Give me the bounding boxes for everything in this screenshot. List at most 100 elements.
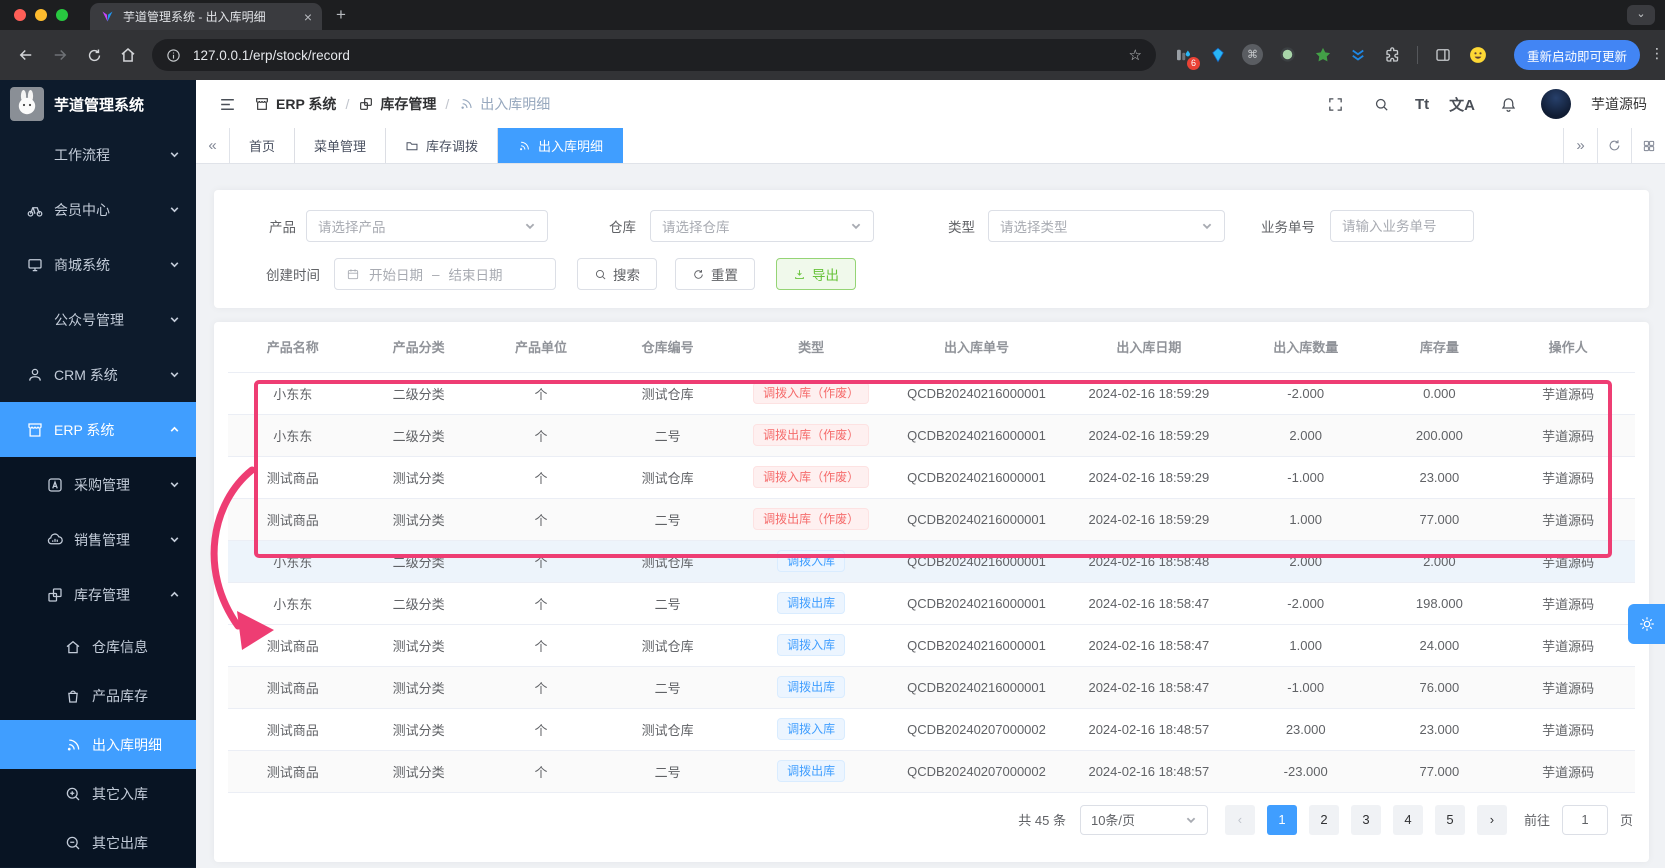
back-button[interactable] [12, 41, 40, 69]
page-content: 产品 请选择产品 仓库 请选择仓库 类型 请选择类型 业务单号 请输入业务单号 … [196, 164, 1665, 868]
type-label: 类型 [948, 220, 975, 235]
window-minimize-button[interactable] [35, 9, 47, 21]
page-button-3[interactable]: 3 [1350, 804, 1381, 835]
extensions-puzzle-icon[interactable] [1382, 44, 1403, 65]
refresh-view-icon[interactable] [1597, 128, 1631, 163]
fullscreen-icon[interactable] [1323, 91, 1349, 117]
tab-home[interactable]: 首页 [230, 128, 296, 163]
reload-button[interactable] [80, 41, 108, 69]
translate-icon[interactable]: 文A [1449, 94, 1475, 115]
page-size-select[interactable]: 10条/页 [1079, 804, 1208, 835]
page-button-1[interactable]: 1 [1266, 804, 1297, 835]
extension-green-circle-icon[interactable] [1277, 44, 1298, 65]
table-row[interactable]: 小东东 二级分类个二号 调拨出库（作废） QCDB20240216000001 20… [228, 414, 1635, 457]
type-badge: 调拨入库（作废） [753, 466, 870, 488]
extension-a-icon[interactable]: 6 [1172, 44, 1200, 70]
table-row[interactable]: 小东东 二级分类个测试仓库 调拨入库（作废） QCDB20240216000001… [228, 372, 1635, 415]
bookmark-star-icon[interactable]: ☆ [1129, 46, 1142, 64]
date-range-picker[interactable]: 开始日期 – 结束日期 [334, 258, 556, 290]
sidebar-item-product-stock[interactable]: 产品库存 [0, 671, 196, 720]
page-size-value: 10条/页 [1090, 813, 1136, 828]
export-button[interactable]: 导出 [776, 258, 856, 290]
sidebar-item-other-in[interactable]: 其它入库 [0, 769, 196, 818]
username[interactable]: 芋道源码 [1591, 94, 1647, 114]
table-row[interactable]: 测试商品 测试分类个二号 调拨出库 QCDB20240207000002 2024-… [228, 750, 1635, 793]
sidebar-item-crm[interactable]: CRM 系统 [0, 347, 196, 402]
tab-stock-record[interactable]: 出入库明细 [498, 128, 624, 163]
bizno-label: 业务单号 [1261, 220, 1315, 235]
bizno-input[interactable] [1342, 218, 1462, 234]
page-button-5[interactable]: 5 [1434, 804, 1465, 835]
browser-menu-icon[interactable]: ⋮ [1650, 45, 1664, 62]
window-close-button[interactable] [14, 9, 26, 21]
breadcrumb-item-stock[interactable]: 库存管理 [358, 94, 436, 114]
sidebar-item-mall[interactable]: 商城系统 [0, 237, 196, 292]
table-row[interactable]: 小东东 二级分类个测试仓库 调拨入库 QCDB20240216000001 2024… [228, 540, 1635, 583]
profile-emoji-icon[interactable] [1467, 44, 1488, 65]
sidebar-item-sales[interactable]: 销售管理 [0, 512, 196, 567]
prev-page-button[interactable]: ‹ [1224, 804, 1255, 835]
tags-scroll-right-icon[interactable]: » [1563, 128, 1597, 163]
tab-search-icon[interactable]: ⌄ [1627, 5, 1655, 25]
browser-tabstrip: 芋道管理系统 - 出入库明细 × + ⌄ [0, 0, 1665, 30]
page-button-4[interactable]: 4 [1392, 804, 1423, 835]
table-row[interactable]: 测试商品 测试分类个测试仓库 调拨入库 QCDB20240216000001 202… [228, 624, 1635, 667]
home-button[interactable] [114, 41, 142, 69]
window-zoom-button[interactable] [56, 9, 68, 21]
chevron-down-icon [851, 223, 861, 230]
select-placeholder: 请选择类型 [1000, 220, 1068, 235]
notification-bell-icon[interactable] [1495, 91, 1521, 117]
tab-close-icon[interactable]: × [304, 9, 312, 25]
table-row[interactable]: 小东东 二级分类个二号 调拨出库 QCDB20240216000001 2024-0… [228, 582, 1635, 625]
user-avatar[interactable] [1541, 89, 1571, 119]
app-logo[interactable]: 芋道管理系统 [0, 80, 196, 128]
search-icon[interactable] [1369, 91, 1395, 117]
page-button-2[interactable]: 2 [1308, 804, 1339, 835]
table-row[interactable]: 测试商品 测试分类个二号 调拨出库 QCDB20240216000001 2024-… [228, 666, 1635, 709]
sidebar-item-label: 仓库信息 [92, 638, 148, 655]
table-row[interactable]: 测试商品 测试分类个二号 调拨出库（作废） QCDB20240216000001 2… [228, 498, 1635, 541]
browser-tab[interactable]: 芋道管理系统 - 出入库明细 × [90, 3, 322, 30]
table-row[interactable]: 测试商品 测试分类个测试仓库 调拨入库（作废） QCDB2024021600000… [228, 456, 1635, 499]
font-size-icon[interactable]: Tt [1415, 96, 1429, 113]
sidebar-item-label: 工作流程 [54, 147, 110, 163]
sidebar-collapse-icon[interactable] [214, 91, 240, 117]
site-info-icon[interactable] [166, 48, 181, 63]
tab-stock-move[interactable]: 库存调拨 [386, 128, 499, 163]
forward-button[interactable] [46, 41, 74, 69]
extension-chevrons-icon[interactable] [1347, 44, 1368, 65]
extension-gem-icon[interactable] [1207, 44, 1228, 65]
sidebar-item-purchase[interactable]: 采购管理 [0, 457, 196, 512]
sidebar-item-other-out[interactable]: 其它出库 [0, 818, 196, 867]
sidebar-item-stock[interactable]: 库存管理 [0, 567, 196, 622]
url-bar[interactable]: 127.0.0.1/erp/stock/record ☆ [152, 39, 1156, 71]
screen: 芋道管理系统 - 出入库明细 × + ⌄ 127.0.0.1/erp/stock… [0, 0, 1665, 868]
warehouse-select[interactable]: 请选择仓库 [650, 210, 874, 242]
favicon [102, 11, 113, 22]
sidebar-item-official-account[interactable]: 公众号管理 [0, 292, 196, 347]
sidebar-item-member[interactable]: 会员中心 [0, 182, 196, 237]
tab-menu-management[interactable]: 菜单管理 [295, 128, 387, 163]
extension-command-icon[interactable]: ⌘ [1242, 44, 1263, 65]
goto-page-input[interactable] [1561, 804, 1608, 835]
theme-settings-button[interactable] [1628, 604, 1665, 644]
side-panel-icon[interactable] [1432, 44, 1453, 65]
chrome-update-button[interactable]: 重新启动即可更新 [1514, 40, 1641, 70]
layout-grid-icon[interactable] [1631, 128, 1665, 163]
tags-scroll-left-icon[interactable]: « [196, 128, 230, 163]
extension-star-icon[interactable] [1312, 44, 1333, 65]
product-select[interactable]: 请选择产品 [306, 210, 548, 242]
sidebar-item-workflow[interactable]: 工作流程 [0, 128, 196, 182]
reset-button[interactable]: 重置 [675, 258, 755, 290]
search-button[interactable]: 搜索 [577, 258, 657, 290]
breadcrumb-item-erp[interactable]: ERP 系统 [254, 94, 336, 114]
type-select[interactable]: 请选择类型 [988, 210, 1225, 242]
sidebar-item-erp[interactable]: ERP 系统 [0, 402, 196, 457]
new-tab-button[interactable]: + [336, 6, 346, 24]
sidebar-item-warehouse-info[interactable]: 仓库信息 [0, 622, 196, 671]
table-row[interactable]: 测试商品 测试分类个测试仓库 调拨入库 QCDB20240207000002 202… [228, 708, 1635, 751]
sidebar-item-stock-record[interactable]: 出入库明细 [0, 720, 196, 769]
pagination: 共 45 条 10条/页 ‹ 1 2 3 4 5 › 前往 1 页 [228, 804, 1635, 835]
next-page-button[interactable]: › [1476, 804, 1507, 835]
url-text[interactable]: 127.0.0.1/erp/stock/record [193, 48, 1117, 63]
